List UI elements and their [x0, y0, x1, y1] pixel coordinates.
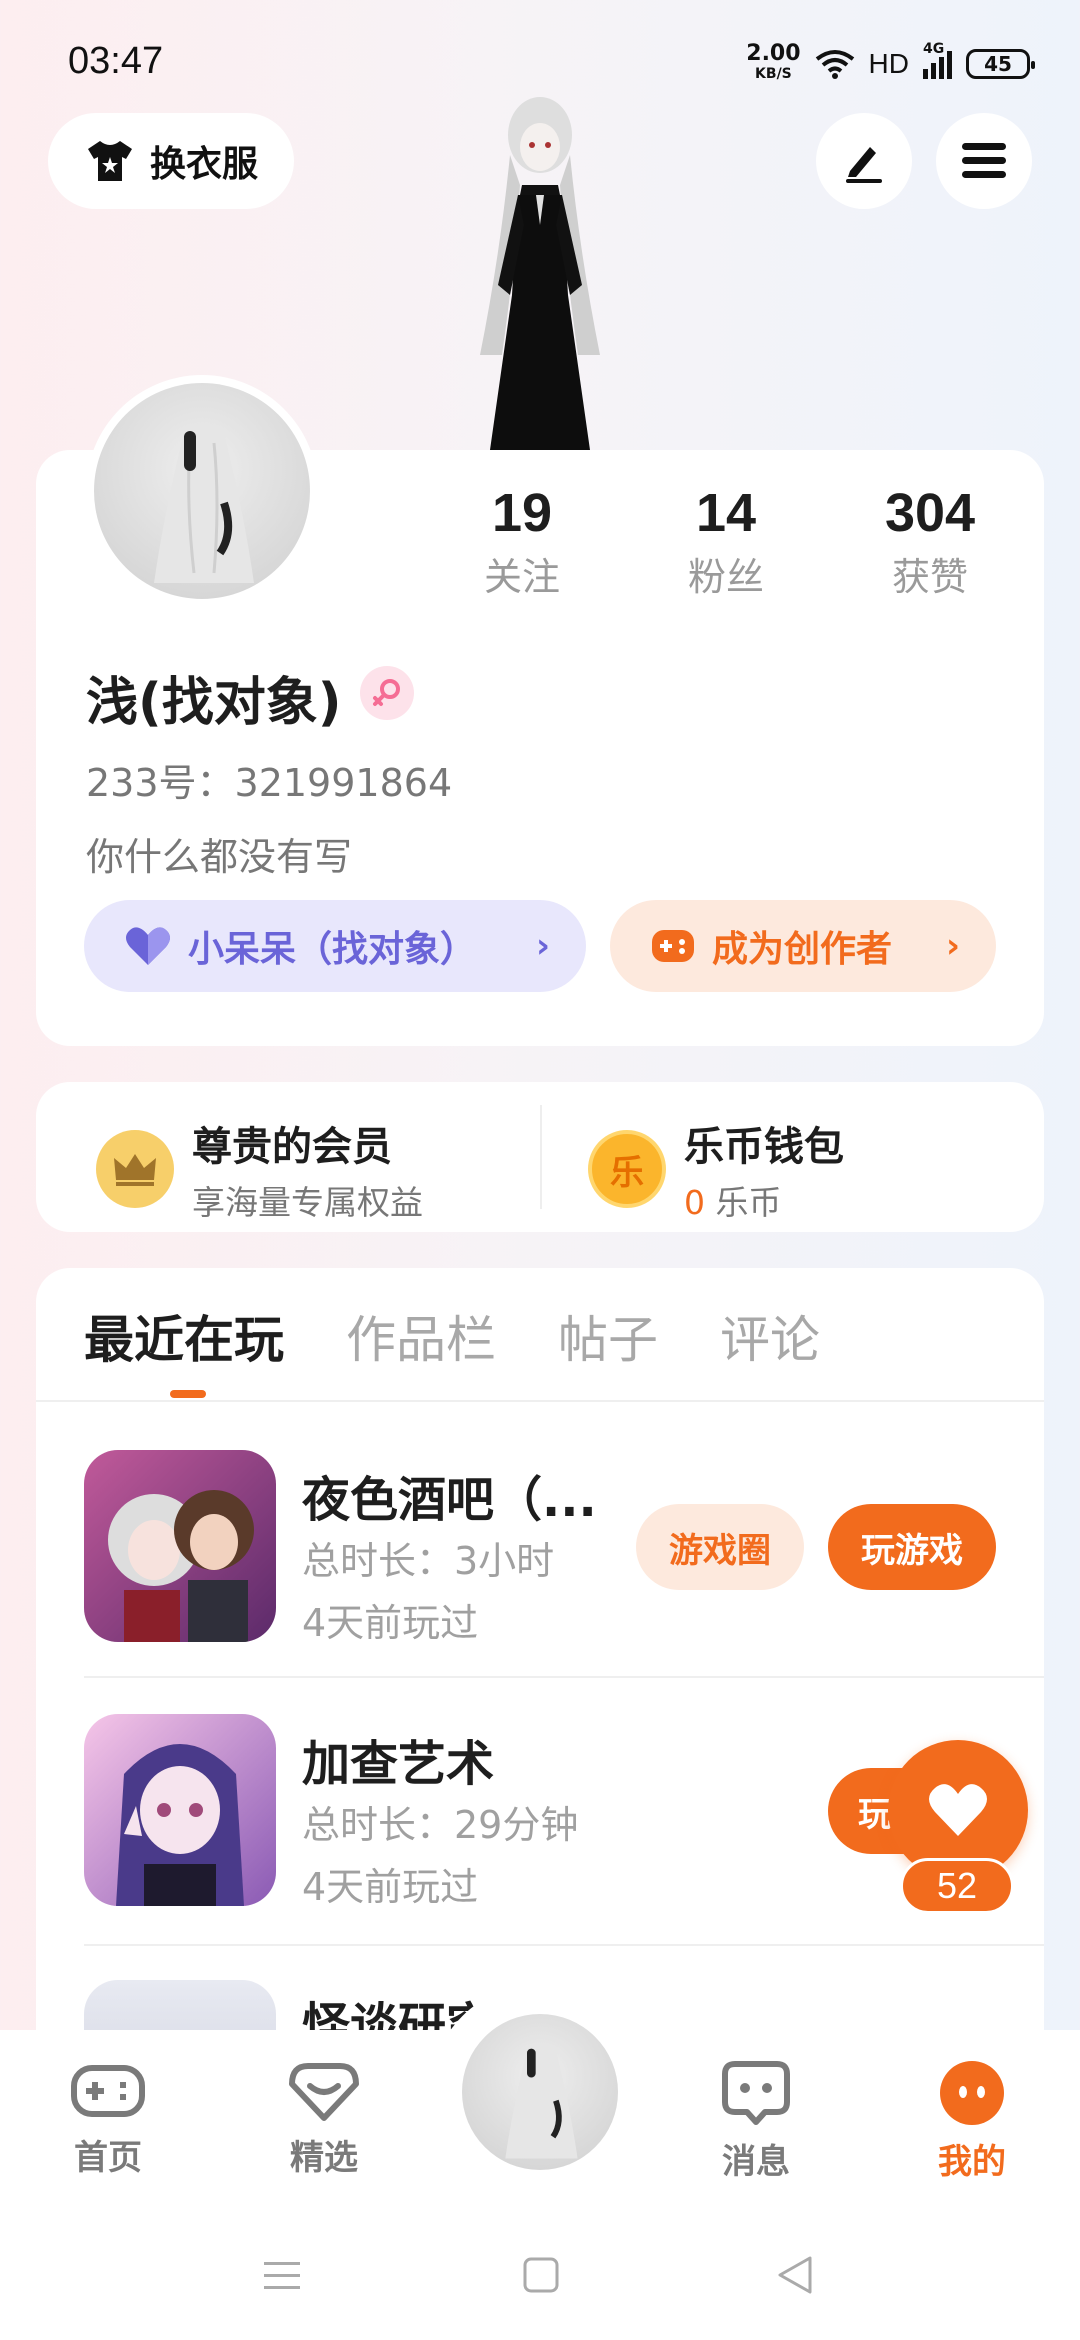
tab-bar: 最近在玩 作品栏 帖子 评论 — [84, 1300, 820, 1372]
chat-icon — [722, 2061, 790, 2125]
vip-entry[interactable]: 尊贵的会员 享海量专属权益 — [96, 1114, 423, 1224]
change-outfit-button[interactable]: 换衣服 — [48, 113, 294, 209]
gem-icon — [289, 2063, 359, 2121]
game-duration: 总时长：3小时 — [302, 1539, 555, 1583]
crown-icon — [96, 1130, 174, 1208]
tab-posts[interactable]: 帖子 — [558, 1300, 658, 1372]
divider — [540, 1105, 542, 1209]
tab-indicator — [170, 1390, 206, 1398]
profile-avatar[interactable] — [86, 375, 318, 607]
tab-works[interactable]: 作品栏 — [346, 1300, 496, 1372]
tshirt-icon — [87, 141, 132, 181]
profile-face-icon — [940, 2061, 1004, 2125]
status-icons: 2.00 KB/S HD 4G 45 — [746, 41, 1035, 84]
game-circle-button[interactable]: 游戏圈 — [636, 1504, 804, 1590]
pen-icon — [846, 147, 882, 183]
game-thumbnail[interactable] — [84, 1980, 276, 2030]
home-icon[interactable] — [522, 2256, 560, 2294]
avatar-image — [154, 423, 254, 583]
profile-bio: 你什么都没有写 — [86, 835, 353, 879]
game-duration: 总时长：29分钟 — [302, 1803, 579, 1847]
stat-likes[interactable]: 304 获赞 — [840, 482, 1020, 601]
stat-following[interactable]: 19 关注 — [432, 482, 612, 601]
menu-button[interactable] — [936, 113, 1032, 209]
stat-followers[interactable]: 14 粉丝 — [636, 482, 816, 601]
network-speed: 2.00 KB/S — [746, 41, 801, 83]
game-thumbnail[interactable] — [84, 1714, 276, 1906]
coin-icon: 乐 — [588, 1130, 666, 1208]
heart-icon — [126, 927, 170, 965]
system-nav-bar — [0, 2210, 1080, 2340]
status-time: 03:47 — [68, 40, 164, 82]
game-last-played: 4天前玩过 — [302, 1865, 479, 1909]
tab-recent[interactable]: 最近在玩 — [84, 1300, 284, 1372]
divider — [36, 1400, 1044, 1402]
nav-home[interactable]: 首页 — [48, 2060, 168, 2179]
recent-apps-icon[interactable] — [262, 2258, 302, 2294]
menu-icon — [962, 143, 1006, 178]
nav-featured[interactable]: 精选 — [264, 2060, 384, 2179]
tab-comments[interactable]: 评论 — [720, 1300, 820, 1372]
hd-indicator: HD — [868, 48, 909, 79]
gamepad-icon — [652, 930, 694, 962]
avatar-character[interactable] — [440, 95, 640, 450]
divider — [84, 1944, 1044, 1946]
gamepad-icon — [71, 2065, 145, 2117]
list-item[interactable]: 夜色酒吧（... 总时长：3小时 4天前玩过 游戏圈 玩游戏 — [36, 1416, 1044, 1678]
nav-messages[interactable]: 消息 — [696, 2060, 816, 2183]
divider — [84, 1676, 1044, 1678]
chevron-right-icon: › — [945, 926, 960, 966]
like-count: 52 — [900, 1858, 1014, 1914]
wallet-entry[interactable]: 乐 乐币钱包 0 乐币 — [588, 1114, 844, 1224]
nav-mine[interactable]: 我的 — [912, 2060, 1032, 2183]
edit-profile-button[interactable] — [816, 113, 912, 209]
signal-icon: 4G — [923, 41, 952, 79]
profile-name: 浅(找对象) — [86, 673, 342, 733]
game-title: 加查艺术 — [302, 1736, 495, 1792]
battery-icon: 45 — [966, 49, 1035, 79]
female-icon — [360, 666, 414, 720]
game-thumbnail[interactable] — [84, 1450, 276, 1642]
game-title: 夜色酒吧（... — [302, 1472, 597, 1528]
back-icon[interactable] — [776, 2254, 814, 2296]
avatar-image — [505, 2042, 578, 2159]
game-last-played: 4天前玩过 — [302, 1601, 479, 1645]
chevron-right-icon: › — [535, 926, 550, 966]
partner-tag-button[interactable]: 小呆呆（找对象） › — [84, 900, 586, 992]
wifi-icon — [815, 50, 854, 79]
become-creator-button[interactable]: 成为创作者 › — [610, 900, 996, 992]
heart-icon — [929, 1784, 987, 1836]
center-avatar-button[interactable] — [456, 2008, 624, 2176]
play-game-button[interactable]: 玩游戏 — [828, 1504, 996, 1590]
user-id: 233号：321991864 — [86, 761, 453, 805]
stats-row: 19 关注 14 粉丝 304 获赞 — [432, 482, 1020, 601]
